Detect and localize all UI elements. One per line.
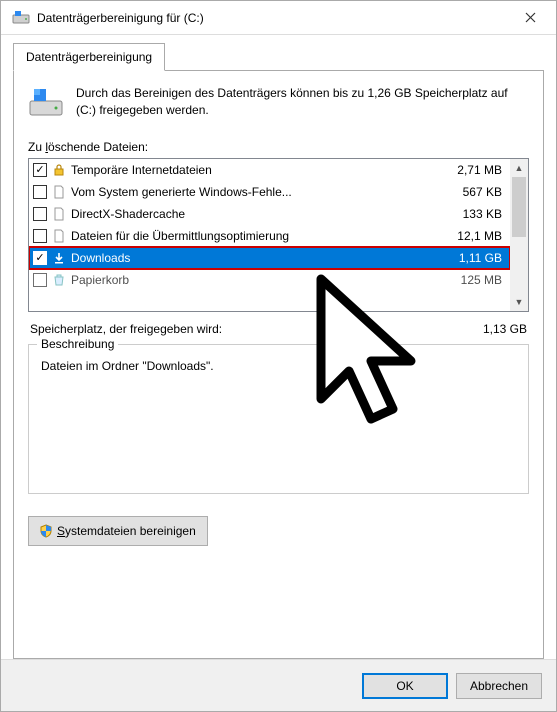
clean-system-files-label: Systemdateien bereinigen [57, 524, 196, 538]
drive-large-icon [28, 85, 64, 124]
list-item-label: DirectX-Shadercache [71, 207, 440, 221]
checkbox[interactable] [33, 229, 47, 243]
description-legend: Beschreibung [37, 337, 118, 351]
list-item[interactable]: Dateien für die Übermittlungsoptimierung… [29, 225, 510, 247]
list-item-label: Papierkorb [71, 273, 440, 287]
shield-icon [39, 524, 53, 538]
list-item[interactable]: DirectX-Shadercache 133 KB [29, 203, 510, 225]
drive-icon [11, 8, 31, 28]
download-icon [51, 250, 67, 266]
content-area: Datenträgerbereinigung Durch das Bereini… [1, 35, 556, 659]
recycle-bin-icon [51, 272, 67, 288]
list-item-downloads[interactable]: ✓ Downloads 1,11 GB [29, 247, 510, 269]
window-title: Datenträgerbereinigung für (C:) [37, 11, 508, 25]
list-item-size: 133 KB [440, 207, 508, 221]
description-text: Dateien im Ordner "Downloads". [41, 359, 516, 373]
tab-disk-cleanup[interactable]: Datenträgerbereinigung [13, 43, 165, 71]
checkbox[interactable] [33, 185, 47, 199]
scroll-down-button[interactable]: ▼ [510, 293, 528, 311]
list-item-label: Downloads [71, 251, 440, 265]
list-item[interactable]: Vom System generierte Windows-Fehle... 5… [29, 181, 510, 203]
scroll-thumb[interactable] [512, 177, 526, 237]
list-item-label: Temporäre Internetdateien [71, 163, 440, 177]
list-item-size: 2,71 MB [440, 163, 508, 177]
list-item-size: 567 KB [440, 185, 508, 199]
description-group: Beschreibung Dateien im Ordner "Download… [28, 344, 529, 494]
close-icon [525, 12, 536, 23]
list-item[interactable]: Papierkorb 125 MB [29, 269, 510, 291]
freed-space-row: Speicherplatz, der freigegeben wird: 1,1… [30, 322, 527, 336]
ok-button[interactable]: OK [362, 673, 448, 699]
file-list-inner: ✓ Temporäre Internetdateien 2,71 MB Vom … [29, 159, 510, 311]
file-list[interactable]: ✓ Temporäre Internetdateien 2,71 MB Vom … [28, 158, 529, 312]
list-item-label: Vom System generierte Windows-Fehle... [71, 185, 440, 199]
checkbox[interactable] [33, 207, 47, 221]
tab-strip: Datenträgerbereinigung [13, 43, 544, 71]
freed-space-label: Speicherplatz, der freigegeben wird: [30, 322, 222, 336]
scrollbar[interactable]: ▲ ▼ [510, 159, 528, 311]
clean-system-files-button[interactable]: Systemdateien bereinigen [28, 516, 208, 546]
dialog-footer: OK Abbrechen [1, 659, 556, 711]
list-item-label: Dateien für die Übermittlungsoptimierung [71, 229, 440, 243]
scroll-track[interactable] [510, 237, 528, 293]
file-icon [51, 184, 67, 200]
list-item-size: 125 MB [440, 273, 508, 287]
lock-icon [51, 162, 67, 178]
info-text: Durch das Bereinigen des Datenträgers kö… [76, 85, 529, 119]
disk-cleanup-dialog: Datenträgerbereinigung für (C:) Datenträ… [0, 0, 557, 712]
checkbox[interactable]: ✓ [33, 163, 47, 177]
sysfiles-row: Systemdateien bereinigen [28, 516, 529, 546]
file-icon [51, 206, 67, 222]
scroll-up-button[interactable]: ▲ [510, 159, 528, 177]
info-row: Durch das Bereinigen des Datenträgers kö… [28, 85, 529, 124]
tab-panel: Durch das Bereinigen des Datenträgers kö… [13, 70, 544, 659]
titlebar[interactable]: Datenträgerbereinigung für (C:) [1, 1, 556, 35]
list-item[interactable]: ✓ Temporäre Internetdateien 2,71 MB [29, 159, 510, 181]
file-icon [51, 228, 67, 244]
freed-space-value: 1,13 GB [483, 322, 527, 336]
cancel-button[interactable]: Abbrechen [456, 673, 542, 699]
checkbox[interactable]: ✓ [33, 251, 47, 265]
checkbox[interactable] [33, 273, 47, 287]
files-to-delete-label: Zu löschende Dateien: [28, 140, 529, 154]
list-item-size: 1,11 GB [440, 251, 508, 265]
list-item-size: 12,1 MB [440, 229, 508, 243]
close-button[interactable] [508, 3, 552, 33]
